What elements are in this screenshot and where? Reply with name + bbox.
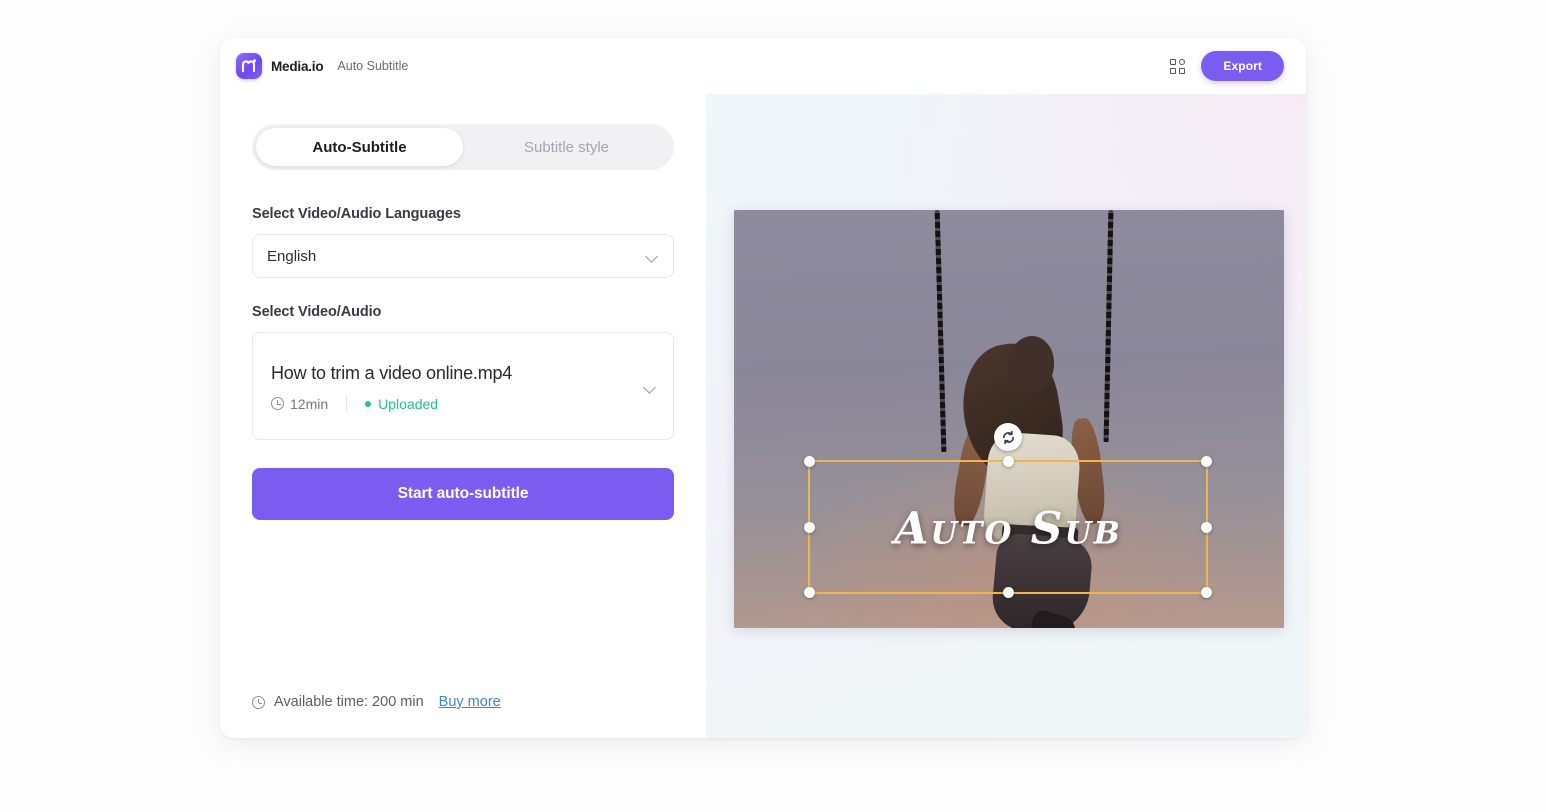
header-actions: Export	[1170, 51, 1284, 81]
language-select-value: English	[267, 247, 317, 265]
tab-subtitle-style[interactable]: Subtitle style	[463, 128, 670, 166]
apps-grid-icon[interactable]	[1170, 58, 1186, 74]
clock-icon	[271, 397, 284, 410]
video-preview-panel: Auto Sub	[706, 94, 1306, 738]
app-window: Media.io Auto Subtitle Export Auto-Subti…	[220, 38, 1306, 738]
media-select-card[interactable]: How to trim a video online.mp4 12min Upl…	[252, 332, 674, 440]
media-io-logo-icon	[236, 53, 262, 79]
media-duration: 12min	[271, 396, 328, 412]
resize-handle-bottom-center[interactable]	[1002, 587, 1014, 598]
export-button[interactable]: Export	[1201, 51, 1284, 81]
chevron-down-icon	[644, 381, 657, 394]
video-canvas[interactable]: Auto Sub	[734, 210, 1284, 628]
start-auto-subtitle-button[interactable]: Start auto-subtitle	[252, 468, 674, 520]
available-time-text: Available time: 200 min	[274, 694, 424, 710]
resize-handle-middle-left[interactable]	[804, 521, 815, 533]
resize-handle-middle-right[interactable]	[1201, 521, 1212, 533]
tab-auto-subtitle[interactable]: Auto-Subtitle	[256, 128, 463, 166]
media-duration-text: 12min	[290, 395, 329, 412]
resize-handle-top-center[interactable]	[1002, 456, 1014, 467]
rotate-icon[interactable]	[994, 423, 1022, 451]
chevron-down-icon	[646, 250, 659, 263]
app-body: Auto-Subtitle Subtitle style Select Vide…	[220, 94, 1306, 738]
buy-more-link[interactable]: Buy more	[439, 694, 501, 710]
resize-handle-top-left[interactable]	[804, 456, 815, 467]
subtitle-selection-box[interactable]: Auto Sub	[804, 423, 1212, 598]
settings-panel: Auto-Subtitle Subtitle style Select Vide…	[220, 94, 706, 738]
status-badge: Uploaded	[365, 396, 438, 412]
tab-switch: Auto-Subtitle Subtitle style	[252, 124, 674, 170]
resize-handle-bottom-right[interactable]	[1201, 587, 1212, 598]
media-file-name: How to trim a video online.mp4	[271, 362, 513, 383]
app-header: Media.io Auto Subtitle Export	[220, 38, 1306, 94]
available-time-bar: Available time: 200 min Buy more	[252, 694, 674, 738]
media-label: Select Video/Audio	[252, 304, 382, 320]
media-meta: 12min Uploaded	[271, 396, 644, 412]
clock-icon	[252, 695, 265, 709]
brand-name: Media.io	[271, 58, 324, 74]
status-text: Uploaded	[378, 395, 439, 412]
media-info: How to trim a video online.mp4 12min Upl…	[271, 363, 644, 412]
subtitle-overlay-text: Auto Sub	[894, 503, 1122, 555]
meta-divider	[346, 396, 348, 411]
status-dot-icon	[365, 400, 372, 407]
language-label: Select Video/Audio Languages	[252, 206, 461, 222]
resize-handle-top-right[interactable]	[1201, 456, 1212, 467]
resize-handle-bottom-left[interactable]	[804, 587, 815, 598]
brand[interactable]: Media.io	[236, 53, 324, 79]
language-select[interactable]: English	[252, 234, 674, 278]
screen-root: Media.io Auto Subtitle Export Auto-Subti…	[0, 0, 1546, 812]
page-title: Auto Subtitle	[337, 59, 409, 73]
